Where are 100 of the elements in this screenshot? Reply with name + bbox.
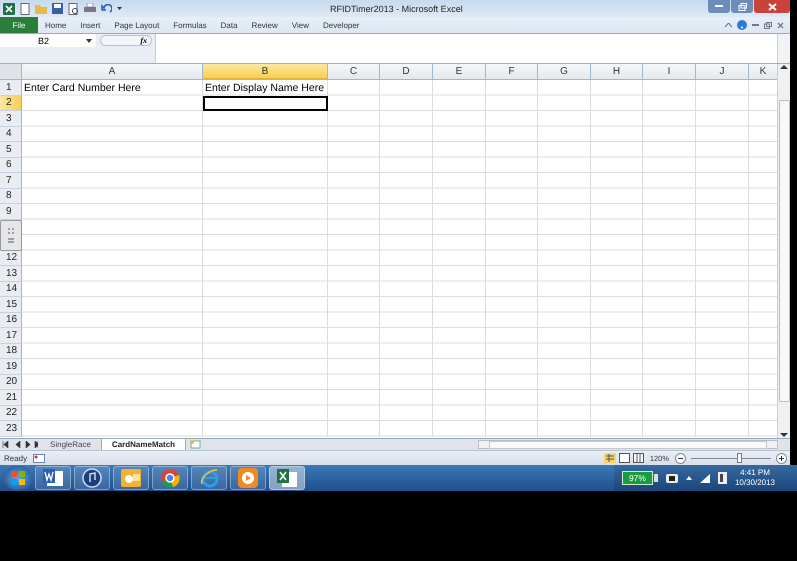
spreadsheet-logo-icon[interactable] — [3, 2, 15, 14]
status-text: Ready — [4, 454, 28, 462]
caret-icon[interactable] — [117, 6, 122, 10]
formula-input[interactable] — [155, 34, 777, 63]
ribbon-tab[interactable]: Data — [214, 17, 245, 33]
insert-sheet-icon[interactable] — [189, 440, 202, 449]
page-break-view-icon[interactable] — [632, 453, 644, 463]
floating-toolbar[interactable] — [0, 220, 22, 250]
cell-text: Enter Card Number Here — [23, 80, 142, 96]
active-cell[interactable] — [203, 96, 328, 111]
column-header[interactable]: J — [696, 64, 749, 80]
zoom-slider[interactable] — [737, 452, 742, 462]
browser-icon — [160, 468, 180, 488]
minimize-icon[interactable] — [752, 24, 759, 26]
row-header[interactable]: 7 — [0, 173, 22, 188]
ribbon-tab[interactable]: Insert — [73, 17, 108, 33]
ribbon-tab[interactable]: View — [284, 17, 316, 33]
row-header[interactable]: 18 — [0, 344, 22, 359]
ribbon-tab[interactable]: Page Layout — [107, 17, 166, 33]
restore-button[interactable] — [731, 0, 753, 13]
column-header[interactable]: H — [591, 64, 643, 80]
insert-function-button[interactable]: fx — [100, 35, 152, 46]
row-header[interactable]: 5 — [0, 142, 22, 158]
print-preview-icon[interactable] — [68, 2, 79, 14]
row-header[interactable]: 20 — [0, 374, 22, 390]
signal-icon[interactable] — [700, 474, 710, 482]
taskbar-button[interactable] — [74, 466, 110, 490]
taskbar-button[interactable] — [152, 466, 188, 490]
taskbar-button[interactable] — [230, 466, 266, 490]
windows-logo-icon — [11, 471, 25, 485]
minimize-button[interactable] — [708, 0, 730, 13]
row-header[interactable]: 9 — [0, 204, 22, 220]
ribbon-tab[interactable]: Home — [38, 17, 74, 33]
row-header[interactable]: 4 — [0, 126, 22, 142]
row-header[interactable]: 8 — [0, 188, 22, 204]
row-header[interactable]: 17 — [0, 328, 22, 344]
page-layout-view-icon[interactable] — [618, 453, 630, 463]
row-header[interactable]: 15 — [0, 297, 22, 312]
close-icon — [768, 2, 776, 10]
restore-icon[interactable] — [764, 22, 772, 28]
ribbon-tab[interactable]: Review — [244, 17, 285, 33]
show-hidden-icons-icon[interactable] — [686, 476, 692, 480]
column-header[interactable]: E — [433, 64, 486, 80]
row-header[interactable]: 2 — [0, 96, 22, 111]
e-browser-icon — [199, 468, 219, 488]
ribbon-tab[interactable]: Developer — [316, 17, 366, 33]
spreadsheet-app-icon — [277, 469, 297, 487]
row-header[interactable]: 14 — [0, 282, 22, 297]
horizontal-scrollbar[interactable] — [478, 440, 778, 449]
ribbon-tab[interactable]: Formulas — [166, 17, 214, 33]
play-icon — [238, 468, 258, 488]
file-tab[interactable]: File — [0, 17, 38, 33]
row-header[interactable]: 21 — [0, 390, 22, 406]
close-icon[interactable] — [777, 22, 784, 28]
row-header[interactable]: 3 — [0, 111, 22, 126]
column-header[interactable]: A — [22, 64, 203, 80]
macro-record-icon[interactable] — [33, 454, 46, 462]
expand-ribbon-icon[interactable] — [725, 22, 732, 28]
name-box[interactable]: B2 — [0, 34, 96, 47]
caret-icon — [86, 38, 92, 42]
taskbar-button[interactable] — [191, 466, 227, 490]
save-icon[interactable] — [52, 3, 63, 14]
formula-scrollbar[interactable] — [777, 34, 790, 63]
taskbar-button[interactable] — [269, 466, 305, 490]
column-header[interactable]: D — [380, 64, 433, 80]
battery-indicator[interactable]: 97% — [622, 471, 653, 485]
start-button[interactable] — [4, 466, 32, 490]
row-header[interactable]: 22 — [0, 406, 22, 421]
minimize-icon — [715, 5, 723, 8]
clock[interactable]: 4:41 PM 10/30/2013 — [734, 468, 775, 488]
row-header[interactable]: 16 — [0, 312, 22, 328]
row-header[interactable]: 1 — [0, 80, 22, 96]
printer-icon[interactable] — [84, 3, 96, 14]
row-header[interactable]: 19 — [0, 359, 22, 374]
column-header[interactable]: K — [749, 64, 778, 80]
undo-icon[interactable] — [101, 4, 112, 14]
sheet-tab[interactable]: CardNameMatch — [102, 439, 186, 450]
column-header[interactable]: F — [486, 64, 538, 80]
music-note-icon — [82, 468, 102, 488]
row-header[interactable]: 23 — [0, 421, 22, 436]
vertical-scrollbar[interactable] — [777, 64, 790, 438]
taskbar-button[interactable] — [35, 466, 71, 490]
row-header[interactable]: 13 — [0, 266, 22, 282]
battery-nub-icon — [654, 474, 658, 482]
taskbar-button[interactable] — [113, 466, 149, 490]
new-document-icon[interactable] — [20, 2, 30, 14]
close-button[interactable] — [754, 0, 790, 13]
row-header[interactable]: 6 — [0, 158, 22, 173]
column-header[interactable]: I — [643, 64, 696, 80]
column-header[interactable]: B — [203, 64, 328, 80]
zoom-out-icon[interactable] — [675, 452, 686, 464]
row-header[interactable]: 12 — [0, 250, 22, 266]
normal-view-icon[interactable] — [604, 453, 616, 463]
sheet-navigation-icon[interactable] — [2, 441, 38, 448]
restore-icon — [738, 2, 746, 10]
column-header[interactable]: G — [538, 64, 591, 80]
cell-text: Enter Display Name Here — [204, 80, 326, 96]
help-icon[interactable] — [737, 20, 747, 30]
column-header[interactable]: C — [328, 64, 380, 80]
zoom-in-icon[interactable] — [776, 452, 787, 464]
